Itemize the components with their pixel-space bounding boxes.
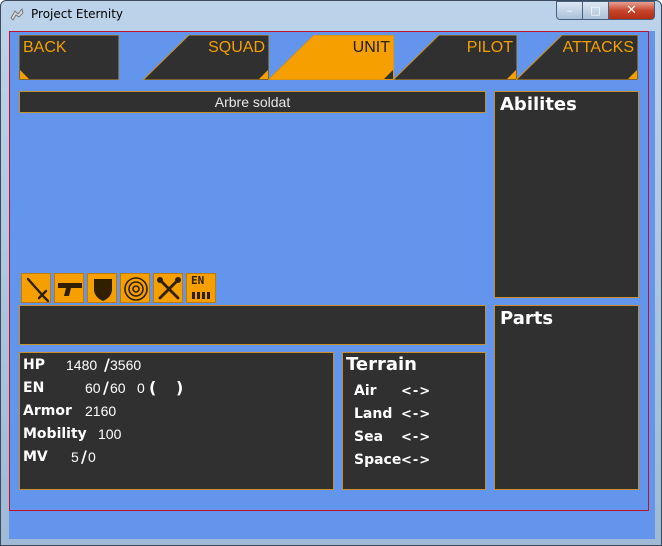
stat-hp-max: 3560	[110, 357, 142, 373]
terrain-air-value: <->	[401, 384, 432, 399]
stat-mv-label: MV	[23, 449, 48, 465]
stat-armor-value: 2160	[85, 403, 117, 419]
tab-unit[interactable]: UNIT	[268, 35, 394, 80]
stat-en-paren-open: (	[149, 378, 157, 397]
stat-armor-label: Armor	[23, 403, 72, 419]
parts-title: Parts	[500, 308, 554, 329]
tab-back[interactable]: BACK	[19, 35, 119, 80]
unit-name-bar: Arbre soldat	[19, 91, 486, 113]
stat-mv-sep: /	[81, 447, 87, 466]
stat-en-max: 60	[110, 380, 126, 396]
stat-mobility-value: 100	[98, 426, 122, 442]
sword-icon[interactable]	[21, 273, 51, 303]
stat-mv-current: 5	[71, 449, 79, 465]
tab-pilot[interactable]: PILOT	[393, 35, 517, 80]
terrain-title: Terrain	[346, 354, 417, 375]
minimize-button[interactable]: –	[556, 1, 583, 20]
app-icon	[10, 8, 24, 21]
stat-mv-max: 0	[88, 449, 96, 465]
stat-en-extra: 0	[137, 380, 145, 396]
terrain-sea-label: Sea	[354, 429, 384, 445]
stat-hp: HP 1480 / 3560	[23, 355, 141, 374]
window-title: Project Eternity	[31, 7, 124, 21]
unit-name: Arbre soldat	[214, 94, 291, 110]
stat-mv: MV 5 / 0	[23, 447, 96, 466]
terrain-air-label: Air	[354, 383, 377, 399]
gun-icon[interactable]	[54, 273, 84, 303]
tab-squad[interactable]: SQUAD	[143, 35, 269, 80]
terrain-space-label: Space	[354, 452, 402, 468]
tab-unit-label: UNIT	[352, 39, 390, 56]
terrain-land-value: <->	[401, 407, 432, 422]
crossed-tools-icon[interactable]	[153, 273, 183, 303]
stat-hp-label: HP	[23, 357, 45, 373]
tab-pilot-label: PILOT	[466, 39, 513, 56]
stat-mobility-label: Mobility	[23, 426, 87, 442]
maximize-icon: □	[590, 4, 601, 17]
shield-icon[interactable]	[87, 273, 117, 303]
abilities-panel: Abilites	[494, 91, 639, 298]
stat-hp-current: 1480	[66, 357, 98, 373]
target-icon[interactable]	[120, 273, 150, 303]
stat-en-label: EN	[23, 380, 45, 396]
content-frame: BACK SQUAD UNIT PILOT ATTACKS Arbre sold…	[9, 31, 649, 511]
maximize-button[interactable]: □	[583, 1, 609, 20]
title-bar[interactable]: Project Eternity – □ ✕	[1, 1, 661, 29]
abilities-title: Abilites	[500, 94, 577, 115]
terrain-panel: Terrain Air <-> Land <-> Sea <-> Space <…	[342, 352, 486, 490]
stat-hp-sep: /	[104, 355, 110, 374]
parts-panel: Parts	[494, 305, 639, 490]
stat-en-current: 60	[85, 380, 101, 396]
equipment-icons: EN	[21, 273, 216, 303]
window-controls: – □ ✕	[556, 1, 655, 21]
terrain-land-label: Land	[354, 406, 393, 422]
stat-en: EN 60 / 60 0 ( )	[23, 378, 223, 397]
app-window: Project Eternity – □ ✕ BACK SQUAD UNIT P…	[0, 0, 662, 546]
terrain-sea-value: <->	[401, 430, 432, 445]
close-icon: ✕	[626, 3, 637, 18]
minimize-icon: –	[566, 4, 573, 17]
terrain-space-value: <->	[401, 453, 432, 468]
stats-panel: HP 1480 / 3560 EN 60 / 60 0 ( ) Armor 21…	[19, 352, 334, 490]
close-button[interactable]: ✕	[609, 1, 655, 20]
description-panel	[19, 305, 486, 345]
client-area: BACK SQUAD UNIT PILOT ATTACKS Arbre sold…	[9, 31, 655, 539]
tab-attacks[interactable]: ATTACKS	[516, 35, 638, 80]
stat-en-paren-close: )	[176, 378, 184, 397]
stat-en-sep: /	[103, 378, 109, 397]
energy-icon[interactable]: EN	[186, 273, 216, 303]
tab-back-label: BACK	[23, 39, 67, 56]
stat-mobility: Mobility 100	[23, 426, 121, 442]
stat-armor: Armor 2160	[23, 403, 116, 419]
tab-attacks-label: ATTACKS	[562, 39, 634, 56]
tab-squad-label: SQUAD	[208, 39, 265, 56]
